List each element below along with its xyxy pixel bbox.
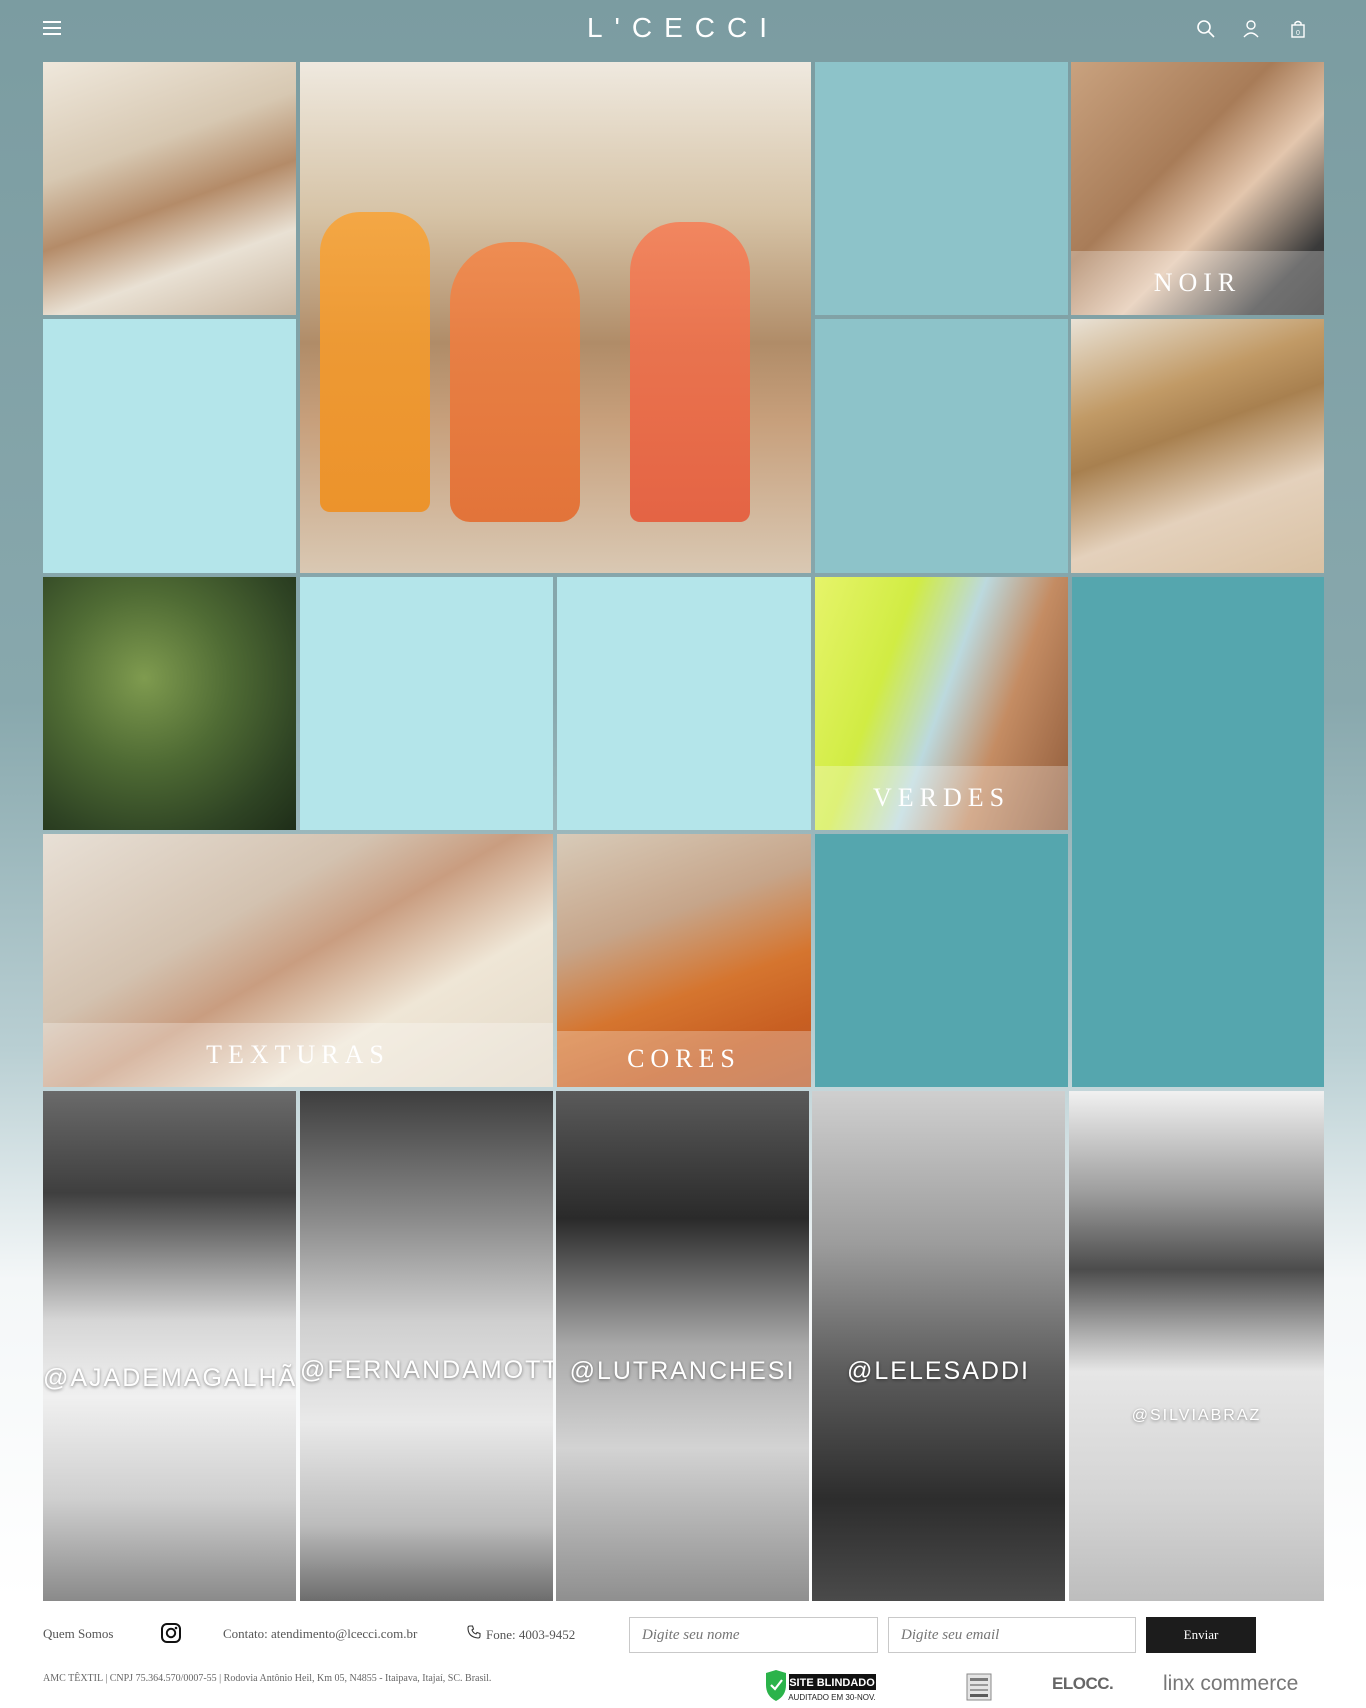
grid-tile-noir[interactable]: NOIR — [1071, 62, 1324, 315]
tile-caption-verdes: VERDES — [815, 766, 1068, 830]
site-header: L'CECCI 0 — [0, 0, 1366, 60]
linx-logo: linx commerce — [1163, 1672, 1299, 1695]
grid-tile-color — [815, 834, 1068, 1087]
site-blindado-sub: AUDITADO EM 30-NOV. — [788, 1693, 876, 1702]
grid-tile-color — [43, 319, 296, 573]
send-button[interactable]: Enviar — [1146, 1617, 1256, 1653]
influencer-card[interactable]: @SILVIABRAZ — [1069, 1091, 1324, 1601]
eloca-logo: ELOCC. — [1052, 1674, 1114, 1693]
influencer-card[interactable]: @FERNANDAMOTTA — [300, 1091, 553, 1601]
influencer-handle: @LUTRANCHESI — [569, 1357, 796, 1385]
grid-tile-texturas[interactable]: TEXTURAS — [43, 834, 553, 1087]
influencer-card[interactable]: @LUTRANCHESI — [556, 1091, 809, 1601]
influencer-handle: @LELESADDI — [847, 1357, 1030, 1385]
search-icon[interactable] — [1196, 19, 1216, 39]
grid-tile-color — [300, 577, 553, 830]
about-link[interactable]: Quem Somos — [43, 1626, 113, 1642]
contact-email[interactable]: Contato: atendimento@lcecci.com.br — [223, 1626, 417, 1642]
instagram-icon[interactable] — [160, 1622, 182, 1644]
legal-text: AMC TÊXTIL | CNPJ 75.364.570/0007-55 | R… — [43, 1673, 492, 1684]
phone-icon — [467, 1625, 481, 1639]
grid-tile-photo-hero[interactable] — [300, 62, 811, 573]
brand-logo[interactable]: L'CECCI — [0, 12, 1366, 44]
tile-caption-cores: CORES — [557, 1031, 811, 1087]
influencer-card[interactable]: @AJADEMAGALHÃES — [43, 1091, 296, 1601]
grid-tile-cores[interactable]: CORES — [557, 834, 811, 1087]
tile-caption-texturas: TEXTURAS — [43, 1023, 553, 1087]
grid-tile-color — [815, 62, 1068, 315]
grid-tile-color — [1072, 577, 1324, 1087]
site-blindado-label: SITE BLINDADO — [789, 1677, 875, 1689]
influencer-handle: @AJADEMAGALHÃES — [43, 1364, 296, 1392]
name-input[interactable] — [629, 1617, 878, 1653]
tile-caption-noir: NOIR — [1071, 251, 1324, 315]
bag-count: 0 — [1296, 30, 1300, 37]
phone-number[interactable]: Fone: 4003-9452 — [486, 1627, 575, 1643]
bag-icon[interactable]: 0 — [1288, 19, 1308, 39]
grid-tile-verdes[interactable]: VERDES — [815, 577, 1068, 830]
influencer-handle: @FERNANDAMOTTA — [300, 1356, 553, 1384]
email-input[interactable] — [888, 1617, 1136, 1653]
site-blindado-badge[interactable]: SITE BLINDADO AUDITADO EM 30-NOV. — [762, 1669, 878, 1703]
grid-tile-color — [815, 319, 1068, 573]
influencer-card[interactable]: @LELESADDI — [812, 1091, 1065, 1601]
grid-tile-color — [557, 577, 811, 830]
grid-tile-photo-group[interactable] — [43, 62, 296, 315]
grid-tile-photo-hat[interactable] — [1071, 319, 1324, 573]
grid-tile-photo-leaves[interactable] — [43, 577, 296, 830]
user-icon[interactable] — [1241, 19, 1261, 39]
certificate-icon — [966, 1673, 992, 1701]
influencer-handle: @SILVIABRAZ — [1131, 1407, 1262, 1424]
